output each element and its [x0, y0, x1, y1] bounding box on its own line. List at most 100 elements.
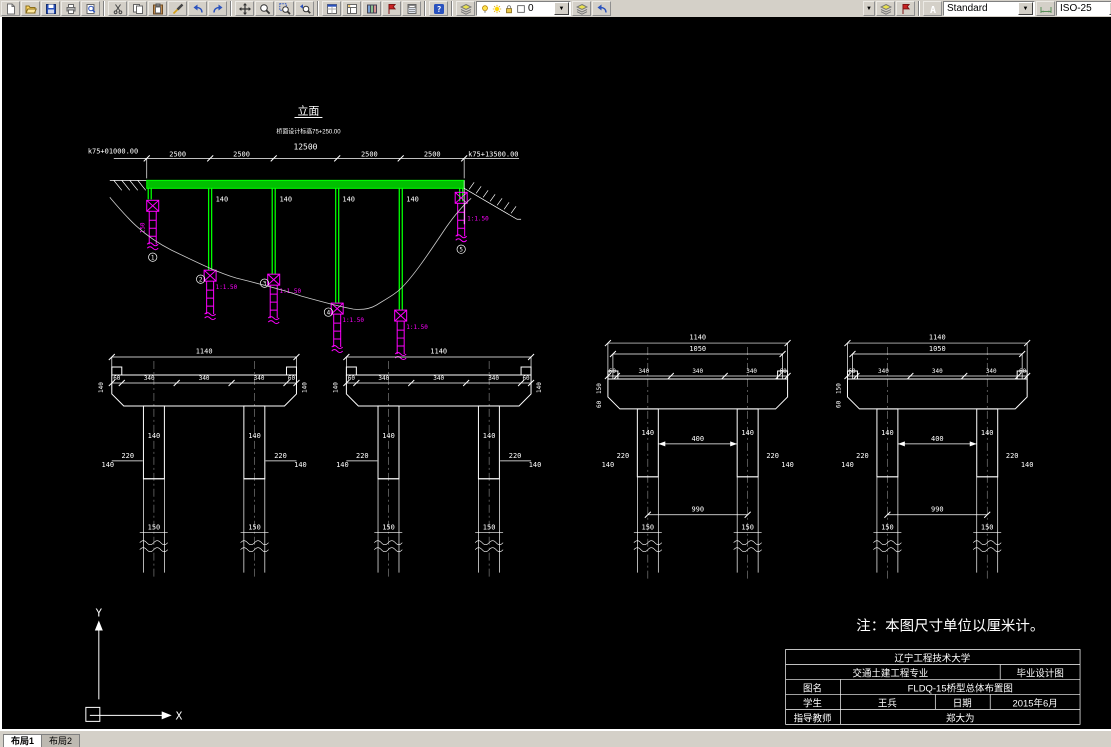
layer-manager-icon [460, 3, 472, 15]
dim-label: 340 [746, 368, 757, 375]
dim-label: 140 [102, 461, 115, 469]
dim-label: 12500 [293, 142, 317, 151]
dim-label: 140 [342, 195, 355, 203]
dim-label: 1140 [689, 334, 706, 342]
ucs-x-label: X [176, 709, 183, 722]
pier-cross-section-left: 1140 60 340 340 340 60 140 140 140 140 2… [98, 348, 308, 579]
current-layer-value: 0 [528, 3, 534, 14]
color-swatch-icon [516, 4, 526, 14]
drawing-canvas[interactable]: 立面 桥面设计标高75+250.00 12500 2500 2500 2500 … [0, 17, 1111, 731]
bulb-icon [480, 4, 490, 14]
date-value: 2015年6月 [1012, 697, 1057, 709]
drawing-name: FLDQ-15桥型总体布置图 [908, 682, 1013, 694]
station-label: k75+01000.00 [88, 147, 138, 155]
pier-cross-section-left-2 [331, 347, 544, 580]
dim-label: 140 [98, 382, 105, 393]
slope-label: 1:1.50 [279, 288, 301, 295]
new-button[interactable] [1, 1, 20, 16]
tool-palettes-button[interactable] [362, 1, 381, 16]
dim-label: 150 [642, 524, 655, 532]
toolbar-overflow-button[interactable]: ▼ [863, 1, 875, 16]
calculator-button[interactable] [402, 1, 421, 16]
zoom-previous-button[interactable] [295, 1, 314, 16]
advisor-name: 郑大为 [946, 712, 974, 724]
markup-button[interactable] [382, 1, 401, 16]
pan-button[interactable] [235, 1, 254, 16]
bridge-deck [146, 179, 465, 189]
dim-label: 140 [781, 461, 794, 469]
deck-note: 桥面设计标高75+250.00 [276, 127, 341, 135]
dim-label: 990 [691, 506, 704, 514]
help-button[interactable] [429, 1, 448, 16]
redo-icon [212, 3, 224, 15]
toolbar-separator [451, 1, 453, 16]
dim-style-button[interactable] [1036, 1, 1055, 16]
elevation-view: 立面 桥面设计标高75+250.00 12500 2500 2500 2500 … [88, 103, 522, 361]
toolbar-separator [230, 1, 232, 16]
dropdown-arrow-icon[interactable]: ▼ [1018, 2, 1033, 15]
text-style-value: Standard [947, 3, 988, 14]
student-label: 学生 [803, 697, 822, 709]
pier-cross-section-right-2 [834, 333, 1034, 580]
dim-style-value: ISO-25 [1060, 3, 1092, 14]
save-icon [45, 3, 57, 15]
text-style-button[interactable] [923, 1, 942, 16]
markup-icon [900, 3, 912, 15]
dim-label: 140 [642, 429, 655, 437]
dim-label: 220 [766, 452, 779, 460]
ucs-icon: Y X [85, 607, 183, 722]
zoom-realtime-button[interactable] [255, 1, 274, 16]
pier-number: 5 [459, 247, 463, 254]
undo-button[interactable] [188, 1, 207, 16]
dim-label: 140 [294, 461, 307, 469]
layer-previous-button[interactable] [592, 1, 611, 16]
properties-icon [326, 3, 338, 15]
slope-label: 1:1.50 [216, 284, 238, 291]
dim-label: 140 [741, 429, 754, 437]
toolbar-separator [424, 1, 426, 16]
text-style-icon [927, 3, 939, 15]
designcenter-button[interactable] [342, 1, 361, 16]
open-button[interactable] [21, 1, 40, 16]
dim-style-select[interactable]: ISO-25 ▼ [1056, 1, 1111, 16]
zoom-realtime-icon [259, 3, 271, 15]
sun-icon [492, 4, 502, 14]
slope-label: 1:1.50 [406, 324, 428, 331]
standard-toolbar: 0 ▼ ▼ Standard ▼ ISO-25 ▼ [0, 0, 1111, 17]
tab-layout-1[interactable]: 布局1 [3, 734, 43, 747]
help-icon [433, 3, 445, 15]
layer-manager-button[interactable] [456, 1, 475, 16]
make-layer-current-button[interactable] [572, 1, 591, 16]
redo-button[interactable] [208, 1, 227, 16]
dim-label: 140 [148, 432, 161, 440]
save-button[interactable] [41, 1, 60, 16]
university-name: 辽宁工程技术大学 [894, 652, 970, 664]
tab-layout-2[interactable]: 布局2 [41, 734, 81, 747]
pier-number: 4 [327, 310, 331, 317]
dim-label: 340 [692, 368, 703, 375]
paste-button[interactable] [148, 1, 167, 16]
student-name: 王兵 [878, 697, 897, 709]
toolbar-separator [317, 1, 319, 16]
new-icon [5, 3, 17, 15]
pier-cross-section-right: 1140 1050 60 340 340 340 60 150 60 140 1… [596, 334, 794, 579]
cut-button[interactable] [108, 1, 127, 16]
print-button[interactable] [61, 1, 80, 16]
properties-button[interactable] [322, 1, 341, 16]
copy-button[interactable] [128, 1, 147, 16]
dim-label: 2500 [169, 150, 186, 158]
copy-icon [132, 3, 144, 15]
dropdown-arrow-icon[interactable]: ▼ [554, 2, 569, 15]
match-props-icon [172, 3, 184, 15]
zoom-window-button[interactable] [275, 1, 294, 16]
print-preview-button[interactable] [81, 1, 100, 16]
markup-set-manager-button[interactable] [896, 1, 915, 16]
match-properties-button[interactable] [168, 1, 187, 16]
pier-number: 3 [263, 281, 267, 288]
layer-select[interactable]: 0 ▼ [476, 1, 571, 16]
print-icon [65, 3, 77, 15]
sheet-set-manager-button[interactable] [876, 1, 895, 16]
paste-icon [152, 3, 164, 15]
slope-label: 1:1.50 [467, 215, 489, 222]
text-style-select[interactable]: Standard ▼ [943, 1, 1035, 16]
